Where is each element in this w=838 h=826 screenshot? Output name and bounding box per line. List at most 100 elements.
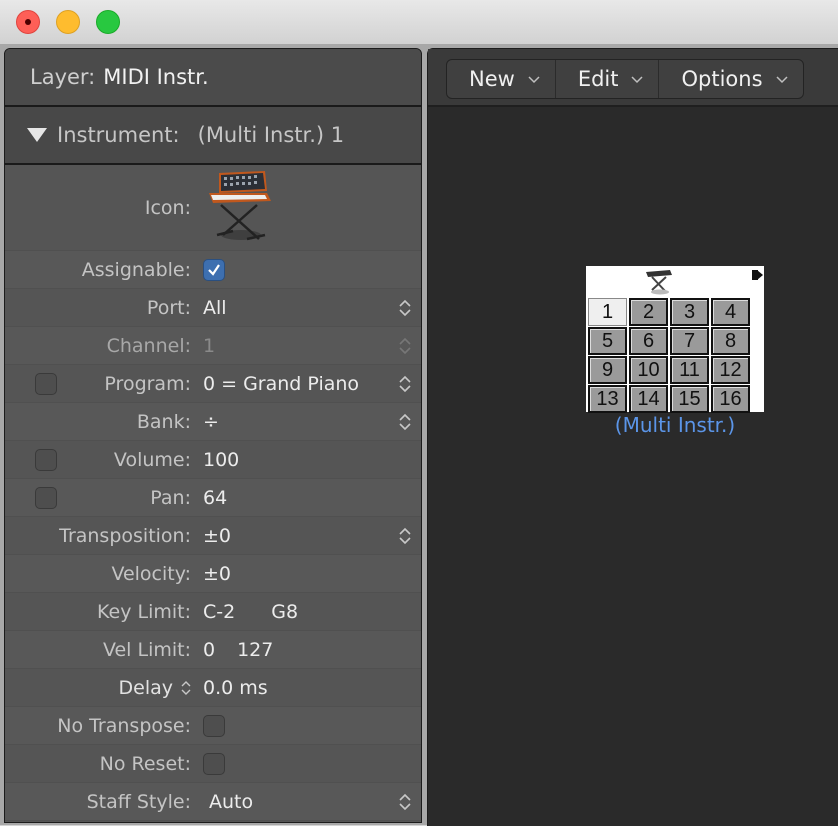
menu-edit[interactable]: Edit: [556, 60, 660, 98]
port-stepper-icon[interactable]: [399, 298, 411, 318]
velocity-value[interactable]: ±0: [203, 563, 231, 585]
parameter-list: Icon: Assignable: Port: All Channel: 1 P…: [5, 165, 421, 821]
minimize-button[interactable]: [56, 10, 80, 34]
channel-cell[interactable]: 12: [711, 356, 750, 384]
bank-value[interactable]: ÷: [203, 411, 219, 433]
bank-label: Bank:: [136, 410, 191, 433]
vel-limit-high[interactable]: 127: [237, 639, 273, 661]
key-limit-values: C-2 G8: [203, 601, 298, 623]
row-pan[interactable]: Pan: 64: [5, 479, 421, 517]
channel-cell[interactable]: 8: [711, 327, 750, 355]
zoom-button[interactable]: [96, 10, 120, 34]
port-value[interactable]: All: [203, 297, 227, 319]
channel-cell[interactable]: 5: [588, 327, 627, 355]
output-port-arrow-icon: [757, 270, 763, 280]
staff-style-stepper-icon[interactable]: [399, 792, 411, 812]
row-no-transpose: No Transpose:: [5, 707, 421, 745]
layer-value: MIDI Instr.: [103, 65, 209, 89]
row-port[interactable]: Port: All: [5, 289, 421, 327]
inspector-panel: Layer: MIDI Instr. Instrument: (Multi In…: [4, 48, 422, 823]
assignable-checkbox[interactable]: [203, 258, 225, 281]
window-body: Layer: MIDI Instr. Instrument: (Multi In…: [0, 44, 838, 826]
transposition-value[interactable]: ±0: [203, 525, 231, 547]
multi-instrument-object[interactable]: 1 2 3 4 5 6 7 8 9 10 11 12 13 14 15 16: [586, 266, 764, 413]
row-no-reset: No Reset:: [5, 745, 421, 783]
volume-label: Volume:: [113, 448, 191, 471]
row-transposition[interactable]: Transposition: ±0: [5, 517, 421, 555]
channel-cell[interactable]: 15: [670, 385, 709, 413]
menu-new[interactable]: New: [447, 60, 556, 98]
bank-stepper-icon[interactable]: [399, 412, 411, 432]
icon-label: Icon:: [144, 196, 191, 219]
program-value[interactable]: 0 = Grand Piano: [203, 373, 359, 395]
key-limit-label: Key Limit:: [97, 600, 191, 623]
disclosure-triangle-icon[interactable]: [27, 128, 47, 142]
pan-enable-checkbox[interactable]: [35, 486, 57, 509]
chevron-down-icon: [528, 76, 540, 84]
menu-edit-label: Edit: [577, 67, 619, 91]
no-transpose-checkbox[interactable]: [203, 714, 225, 737]
row-velocity[interactable]: Velocity: ±0: [5, 555, 421, 593]
menu-options[interactable]: Options: [659, 60, 802, 98]
synth-keyboard-icon[interactable]: [207, 169, 273, 250]
channel-grid: 1 2 3 4 5 6 7 8 9 10 11 12 13 14 15 16: [588, 298, 750, 413]
row-volume[interactable]: Volume: 100: [5, 441, 421, 479]
channel-cell[interactable]: 13: [588, 385, 627, 413]
keyboard-stand-icon: [644, 268, 674, 300]
channel-cell[interactable]: 4: [711, 298, 750, 326]
menu-bar: New Edit Options: [446, 59, 804, 99]
row-key-limit[interactable]: Key Limit: C-2 G8: [5, 593, 421, 631]
channel-cell[interactable]: 14: [629, 385, 668, 413]
channel-value: 1: [203, 334, 216, 357]
delay-label-group[interactable]: Delay: [119, 677, 192, 699]
multi-instrument-name[interactable]: (Multi Instr.): [578, 413, 772, 437]
close-button[interactable]: [16, 10, 40, 34]
chevron-down-icon: [775, 76, 788, 84]
channel-label: Channel:: [106, 334, 191, 357]
layer-header[interactable]: Layer: MIDI Instr.: [5, 49, 421, 107]
pan-label: Pan:: [150, 486, 191, 509]
channel-cell[interactable]: 6: [629, 327, 668, 355]
menu-options-label: Options: [681, 67, 763, 91]
title-bar: [0, 0, 838, 45]
channel-cell[interactable]: 9: [588, 356, 627, 384]
port-label: Port:: [146, 296, 191, 319]
no-transpose-label: No Transpose:: [57, 714, 191, 737]
volume-enable-checkbox[interactable]: [35, 448, 57, 471]
delay-value[interactable]: 0.0 ms: [203, 677, 268, 699]
environment-area: New Edit Options 1 2 3 4 5 6 7 8 9 10 11…: [427, 48, 838, 826]
vel-limit-values: 0 127: [203, 639, 273, 661]
row-delay[interactable]: Delay 0.0 ms: [5, 669, 421, 707]
key-limit-high[interactable]: G8: [271, 601, 298, 623]
transposition-stepper-icon[interactable]: [399, 526, 411, 546]
velocity-label: Velocity:: [111, 562, 191, 585]
row-vel-limit[interactable]: Vel Limit: 0 127: [5, 631, 421, 669]
channel-cell[interactable]: 10: [629, 356, 668, 384]
channel-cell[interactable]: 1: [588, 298, 627, 326]
row-bank[interactable]: Bank: ÷: [5, 403, 421, 441]
layer-label: Layer:: [30, 65, 96, 89]
staff-style-value[interactable]: Auto: [209, 791, 253, 813]
assignable-label: Assignable:: [81, 258, 191, 281]
row-program[interactable]: Program: 0 = Grand Piano: [5, 365, 421, 403]
no-reset-label: No Reset:: [99, 752, 191, 775]
vel-limit-low[interactable]: 0: [203, 639, 215, 661]
row-staff-style[interactable]: Staff Style: Auto: [5, 783, 421, 821]
channel-cell[interactable]: 11: [670, 356, 709, 384]
channel-cell[interactable]: 2: [629, 298, 668, 326]
environment-toolbar: New Edit Options: [428, 49, 838, 107]
delay-unit-stepper-icon[interactable]: [181, 679, 191, 697]
program-stepper-icon[interactable]: [399, 374, 411, 394]
channel-cell[interactable]: 16: [711, 385, 750, 413]
instrument-header[interactable]: Instrument: (Multi Instr.) 1: [5, 107, 421, 165]
key-limit-low[interactable]: C-2: [203, 601, 235, 623]
channel-cell[interactable]: 7: [670, 327, 709, 355]
no-reset-checkbox[interactable]: [203, 752, 225, 775]
program-enable-checkbox[interactable]: [35, 372, 57, 395]
volume-value[interactable]: 100: [203, 449, 239, 471]
pan-value[interactable]: 64: [203, 487, 227, 509]
row-assignable: Assignable:: [5, 251, 421, 289]
chevron-down-icon: [631, 76, 644, 84]
instrument-label: Instrument:: [57, 123, 180, 147]
channel-cell[interactable]: 3: [670, 298, 709, 326]
